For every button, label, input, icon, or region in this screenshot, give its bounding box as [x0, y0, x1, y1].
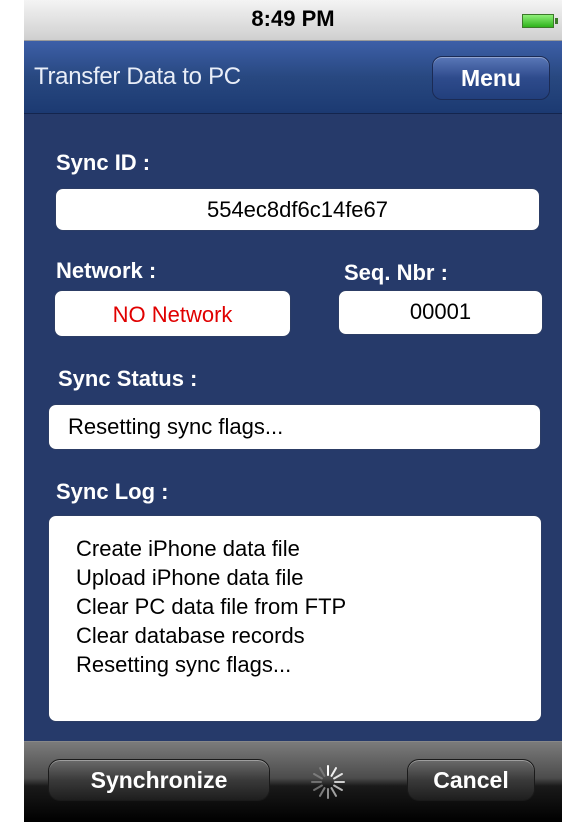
log-line: Upload iPhone data file [76, 565, 304, 590]
synchronize-button[interactable]: Synchronize [48, 759, 270, 801]
log-line: Create iPhone data file [76, 536, 300, 561]
sync-status-field: Resetting sync flags... [48, 404, 541, 450]
status-bar: 8:49 PM [24, 0, 562, 41]
sync-log-label: Sync Log : [56, 479, 169, 504]
log-line: Clear PC data file from FTP [76, 594, 347, 619]
log-line: Clear database records [76, 623, 305, 648]
sync-id-label: Sync ID : [56, 150, 151, 175]
activity-spinner-icon [311, 765, 345, 799]
network-label: Network : [56, 258, 157, 283]
menu-button[interactable]: Menu [432, 56, 550, 100]
bottom-toolbar: Synchronize Cancel [24, 741, 562, 822]
battery-full-icon [522, 14, 558, 28]
seq-nbr-field: 00001 [338, 290, 543, 335]
sync-id-field: 554ec8df6c14fe67 [55, 188, 540, 231]
sync-log-box: Create iPhone data file Upload iPhone da… [48, 515, 542, 722]
navigation-bar: Transfer Data to PC Menu [24, 41, 562, 114]
log-line: Resetting sync flags... [76, 652, 292, 677]
seq-nbr-label: Seq. Nbr : [344, 260, 448, 285]
status-time: 8:49 PM [251, 6, 335, 31]
app-screen: 8:49 PM Transfer Data to PC Menu Sync ID… [24, 0, 562, 822]
page-title: Transfer Data to PC [34, 63, 241, 90]
network-field: NO Network [54, 290, 291, 337]
sync-status-label: Sync Status : [58, 366, 198, 391]
cancel-button[interactable]: Cancel [407, 759, 535, 801]
